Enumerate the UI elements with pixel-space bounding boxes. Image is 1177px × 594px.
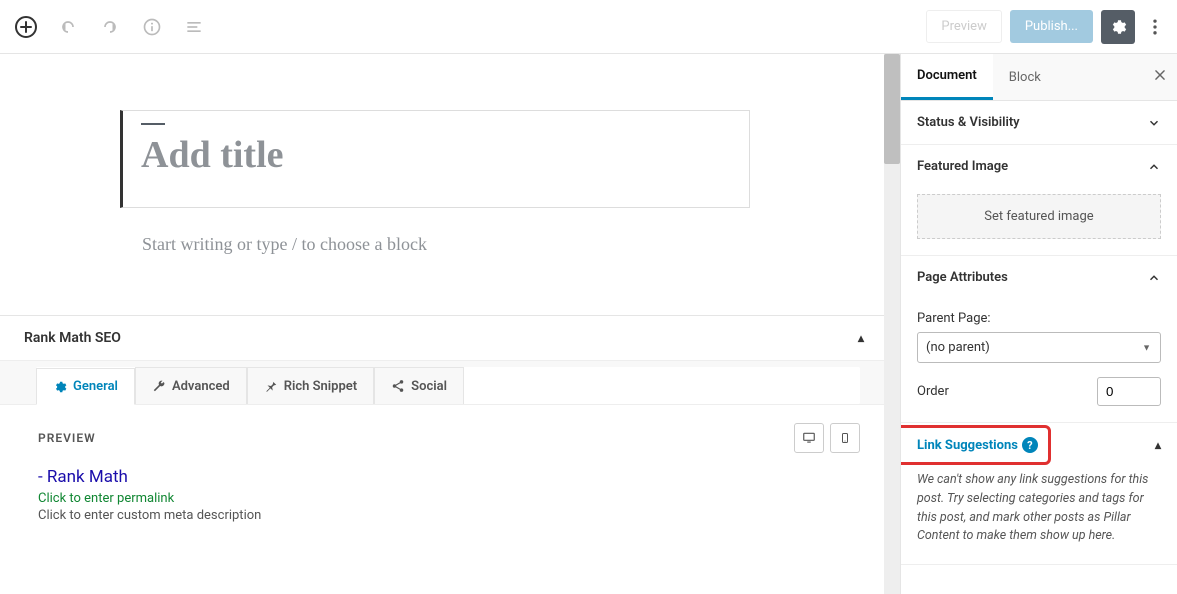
kebab-icon xyxy=(1145,17,1165,37)
preview-button[interactable]: Preview xyxy=(926,10,1001,43)
desktop-icon xyxy=(801,431,817,445)
block-appender[interactable]: Start writing or type / to choose a bloc… xyxy=(120,234,764,255)
tab-advanced[interactable]: Advanced xyxy=(135,367,247,404)
sidebar-tab-block[interactable]: Block xyxy=(993,56,1057,99)
redo-icon[interactable] xyxy=(96,13,124,41)
parent-page-select[interactable]: (no parent) xyxy=(917,332,1161,363)
panel-featured-title: Featured Image xyxy=(917,159,1008,174)
panel-page-attr-title: Page Attributes xyxy=(917,270,1008,285)
panel-page-attributes: Page Attributes Parent Page: (no parent)… xyxy=(901,256,1177,423)
toolbar-left-group xyxy=(8,13,208,41)
gear-icon xyxy=(1109,18,1127,36)
preview-header: PREVIEW xyxy=(38,423,860,453)
chevron-up-icon xyxy=(1147,271,1161,285)
undo-icon[interactable] xyxy=(54,13,82,41)
tab-general-label: General xyxy=(73,379,118,394)
sidebar-tab-document[interactable]: Document xyxy=(901,54,993,100)
outline-icon[interactable] xyxy=(180,13,208,41)
tab-social-label: Social xyxy=(411,379,447,394)
preview-device-toggle xyxy=(794,423,860,453)
panel-status-visibility: Status & Visibility xyxy=(901,101,1177,145)
toolbar-right-group: Preview Publish... xyxy=(926,10,1169,44)
serp-permalink[interactable]: Click to enter permalink xyxy=(38,491,860,506)
seo-general-content: PREVIEW - Rank Math Click t xyxy=(0,405,884,573)
title-placeholder: Add title xyxy=(141,133,725,177)
tab-rich-snippet-label: Rich Snippet xyxy=(284,379,357,394)
panel-link-suggestions: Link Suggestions ? ▴ We can't show any l… xyxy=(901,423,1177,565)
add-block-icon[interactable] xyxy=(12,13,40,41)
help-icon[interactable]: ? xyxy=(1022,437,1038,453)
pin-icon xyxy=(264,379,278,393)
tab-rich-snippet[interactable]: Rich Snippet xyxy=(247,367,374,404)
chevron-up-icon xyxy=(1147,160,1161,174)
panel-status-visibility-header[interactable]: Status & Visibility xyxy=(901,101,1177,144)
preview-desktop-button[interactable] xyxy=(794,423,824,453)
tab-general[interactable]: General xyxy=(36,368,135,405)
rank-math-header[interactable]: Rank Math SEO ▴ xyxy=(0,316,884,360)
share-icon xyxy=(391,379,405,393)
panel-page-attr-body: Parent Page: (no parent) Order xyxy=(901,299,1177,422)
tab-advanced-label: Advanced xyxy=(172,379,230,394)
seo-tabs: General Advanced Rich Snippet Socia xyxy=(36,367,860,404)
wrench-icon xyxy=(152,379,166,393)
panel-status-title: Status & Visibility xyxy=(917,115,1020,130)
preview-mobile-button[interactable] xyxy=(830,423,860,453)
gear-icon xyxy=(53,380,67,394)
panel-page-attributes-header[interactable]: Page Attributes xyxy=(901,256,1177,299)
app-root: Preview Publish... Add title Start writi… xyxy=(0,0,1177,594)
editor-column: Add title Start writing or type / to cho… xyxy=(0,54,884,594)
scrollbar[interactable] xyxy=(884,54,900,594)
set-featured-image-button[interactable]: Set featured image xyxy=(917,194,1161,239)
panel-featured-image-header[interactable]: Featured Image xyxy=(901,145,1177,188)
settings-sidebar: Document Block Status & Visibility Featu… xyxy=(900,54,1177,594)
tab-social[interactable]: Social xyxy=(374,367,464,404)
settings-button[interactable] xyxy=(1101,10,1135,44)
mobile-icon xyxy=(839,430,851,446)
rank-math-title: Rank Math SEO xyxy=(24,330,121,346)
order-input[interactable] xyxy=(1097,377,1161,406)
panel-featured-image: Featured Image Set featured image xyxy=(901,145,1177,256)
serp-description[interactable]: Click to enter custom meta description xyxy=(38,508,860,523)
serp-title[interactable]: - Rank Math xyxy=(38,467,860,487)
parent-page-label: Parent Page: xyxy=(917,311,1161,326)
chevron-down-icon xyxy=(1147,116,1161,130)
link-suggestions-title: Link Suggestions xyxy=(917,438,1018,453)
panel-featured-body: Set featured image xyxy=(901,188,1177,255)
order-row: Order xyxy=(917,377,1161,406)
preview-label: PREVIEW xyxy=(38,431,96,445)
link-suggestions-message: We can't show any link suggestions for t… xyxy=(901,467,1177,564)
scrollbar-thumb[interactable] xyxy=(884,54,900,164)
order-label: Order xyxy=(917,384,949,399)
collapse-icon: ▴ xyxy=(1155,438,1161,452)
rank-math-panel: Rank Math SEO ▴ General Advanced xyxy=(0,315,884,573)
publish-button[interactable]: Publish... xyxy=(1010,10,1093,43)
sidebar-tabs: Document Block xyxy=(901,54,1177,101)
top-toolbar: Preview Publish... xyxy=(0,0,1177,54)
close-icon xyxy=(1153,68,1167,82)
more-menu-button[interactable] xyxy=(1143,10,1167,44)
seo-tabs-wrap: General Advanced Rich Snippet Socia xyxy=(0,360,884,405)
close-sidebar-button[interactable] xyxy=(1153,68,1167,86)
panel-link-suggestions-header[interactable]: Link Suggestions ? ▴ xyxy=(901,423,1177,467)
editor-canvas: Add title Start writing or type / to cho… xyxy=(0,54,884,275)
post-title-input[interactable]: Add title xyxy=(120,110,750,208)
info-icon[interactable] xyxy=(138,13,166,41)
seo-tab-body: PREVIEW - Rank Math Click t xyxy=(0,405,884,573)
collapse-icon: ▴ xyxy=(858,331,864,345)
body-layout: Add title Start writing or type / to cho… xyxy=(0,54,1177,594)
